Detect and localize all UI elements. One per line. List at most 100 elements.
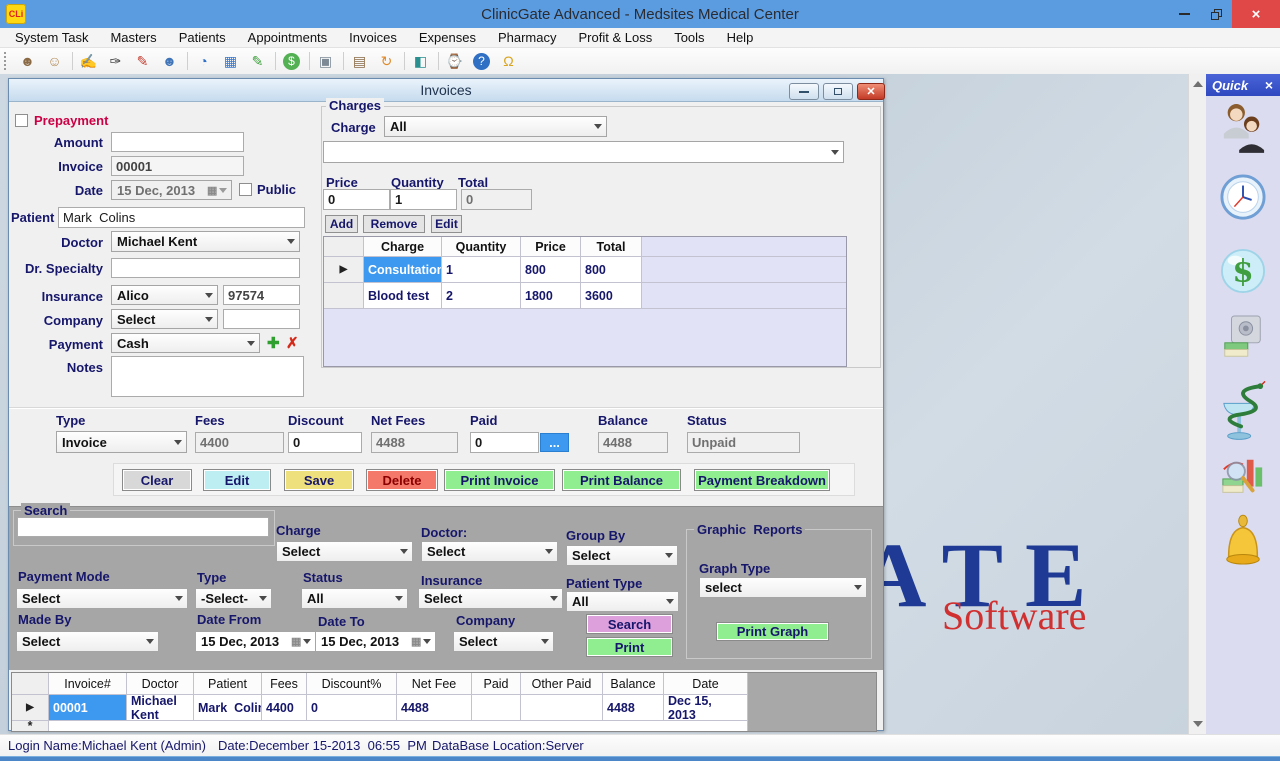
notes-field[interactable]	[111, 356, 304, 397]
grid-cell[interactable]: 800	[521, 257, 581, 283]
prepayment-checkbox[interactable]	[15, 114, 28, 127]
search-input[interactable]	[17, 517, 269, 537]
menu-masters[interactable]: Masters	[99, 28, 167, 48]
graph-type-select[interactable]: select	[699, 577, 867, 598]
column-header[interactable]: Net Fee	[397, 673, 472, 695]
made-by-select[interactable]: Select	[16, 631, 159, 652]
patients-icon[interactable]: ☻	[17, 51, 38, 72]
safe-icon[interactable]: ▤	[349, 51, 370, 72]
search-button[interactable]: Search	[586, 614, 673, 634]
add-charge-button[interactable]: Add	[325, 215, 358, 233]
calendar-icon[interactable]: ▦	[291, 634, 315, 649]
add-payment-icon[interactable]: ✚	[267, 334, 280, 352]
search-insurance-select[interactable]: Select	[418, 588, 563, 609]
public-checkbox[interactable]	[239, 183, 252, 196]
help-icon[interactable]: ?	[473, 53, 490, 70]
grid-cell[interactable]	[521, 695, 603, 721]
save-button[interactable]: Save	[284, 469, 354, 491]
print-invoice-button[interactable]: Print Invoice	[444, 469, 555, 491]
calendar-icon[interactable]: ▦	[411, 634, 435, 649]
column-header[interactable]: Fees	[262, 673, 307, 695]
bell-icon[interactable]: Ω	[498, 51, 519, 72]
row-selector[interactable]: ▶	[324, 257, 364, 283]
payment-select[interactable]: Cash	[111, 333, 260, 353]
new-row-selector[interactable]: *	[12, 721, 49, 731]
menu-appointments[interactable]: Appointments	[237, 28, 339, 48]
menu-help[interactable]: Help	[716, 28, 765, 48]
balance-field[interactable]: 4488	[598, 432, 668, 453]
grid-cell[interactable]: Dec 15, 2013	[664, 695, 748, 721]
bell-icon[interactable]	[1220, 512, 1266, 577]
search-company-select[interactable]: Select	[453, 631, 554, 652]
charge-select[interactable]: All	[384, 116, 607, 137]
search-status-select[interactable]: All	[301, 588, 408, 609]
search-charge-select[interactable]: Select	[276, 541, 413, 562]
mdi-vertical-scrollbar[interactable]	[1188, 74, 1207, 734]
column-header[interactable]: Paid	[472, 673, 521, 695]
paid-field[interactable]: 0	[470, 432, 539, 453]
print-balance-button[interactable]: Print Balance	[562, 469, 681, 491]
grid-cell[interactable]: 1800	[521, 283, 581, 309]
menu-system-task[interactable]: System Task	[4, 28, 99, 48]
grid-cell[interactable]: 3600	[581, 283, 642, 309]
menu-patients[interactable]: Patients	[168, 28, 237, 48]
signature-icon[interactable]: ✍	[78, 51, 99, 72]
payment-mode-select[interactable]: Select	[16, 588, 188, 609]
grid-cell[interactable]: 1	[442, 257, 521, 283]
menu-pharmacy[interactable]: Pharmacy	[487, 28, 568, 48]
new-row[interactable]	[49, 721, 748, 731]
safe-money-icon[interactable]	[1220, 312, 1266, 369]
refresh-icon[interactable]: ↻	[376, 51, 397, 72]
grid-cell[interactable]: 4488	[603, 695, 664, 721]
row-selector[interactable]	[324, 283, 364, 309]
amount-field[interactable]	[111, 132, 244, 152]
edit-charge-button[interactable]: Edit	[431, 215, 462, 233]
grid-cell[interactable]: Michael Kent	[127, 695, 194, 721]
doctor-select[interactable]: Michael Kent	[111, 231, 300, 252]
date-from-picker[interactable]: 15 Dec, 2013 ▦	[195, 631, 316, 652]
grid-cell[interactable]: Blood test	[364, 283, 442, 309]
microscope-icon[interactable]: ✑	[105, 51, 126, 72]
company-select[interactable]: Select	[111, 309, 218, 329]
search-doctor-select[interactable]: Select	[421, 541, 558, 562]
row-selector[interactable]: ▶	[12, 695, 49, 721]
patients-icon[interactable]	[1220, 100, 1266, 161]
delete-button[interactable]: Delete	[366, 469, 438, 491]
menu-invoices[interactable]: Invoices	[338, 28, 408, 48]
close-button[interactable]: ×	[1232, 0, 1280, 28]
calendar-icon[interactable]: ▦	[207, 183, 231, 198]
column-header[interactable]: Quantity	[442, 237, 521, 257]
scroll-up-icon[interactable]	[1193, 81, 1203, 87]
print-graph-button[interactable]: Print Graph	[716, 622, 829, 641]
restore-button[interactable]	[1200, 0, 1232, 28]
date-to-picker[interactable]: 15 Dec, 2013 ▦	[315, 631, 436, 652]
insurance-number-field[interactable]: 97574	[223, 285, 300, 305]
discount-field[interactable]: 0	[288, 432, 362, 453]
print-button[interactable]: Print	[586, 637, 673, 657]
specialty-field[interactable]	[111, 258, 300, 278]
column-header[interactable]: Invoice#	[49, 673, 127, 695]
reminder-icon[interactable]: ⌚	[444, 51, 465, 72]
column-header[interactable]: Discount%	[307, 673, 397, 695]
column-header[interactable]: Date	[664, 673, 748, 695]
net-fees-field[interactable]: 4488	[371, 432, 458, 453]
records-icon[interactable]: ▣	[315, 51, 336, 72]
doctor-icon[interactable]: ☻	[159, 51, 180, 72]
minimize-button[interactable]	[1168, 0, 1200, 28]
charge-detail-select[interactable]	[323, 141, 844, 163]
dollar-icon[interactable]: $	[283, 53, 300, 70]
grid-cell[interactable]: 0	[307, 695, 397, 721]
patient-icon[interactable]: ☺	[44, 51, 65, 72]
quantity-field[interactable]: 1	[390, 189, 457, 210]
clear-button[interactable]: Clear	[122, 469, 192, 491]
column-header[interactable]: Doctor	[127, 673, 194, 695]
edit-button[interactable]: Edit	[203, 469, 271, 491]
column-header[interactable]: Total	[581, 237, 642, 257]
scroll-down-icon[interactable]	[1193, 721, 1203, 727]
column-header[interactable]: Charge	[364, 237, 442, 257]
child-restore-button[interactable]	[823, 83, 853, 100]
report-search-icon[interactable]	[1220, 452, 1266, 507]
grid-cell[interactable]: 800	[581, 257, 642, 283]
chart-icon[interactable]: ◧	[410, 51, 431, 72]
column-header[interactable]: Price	[521, 237, 581, 257]
